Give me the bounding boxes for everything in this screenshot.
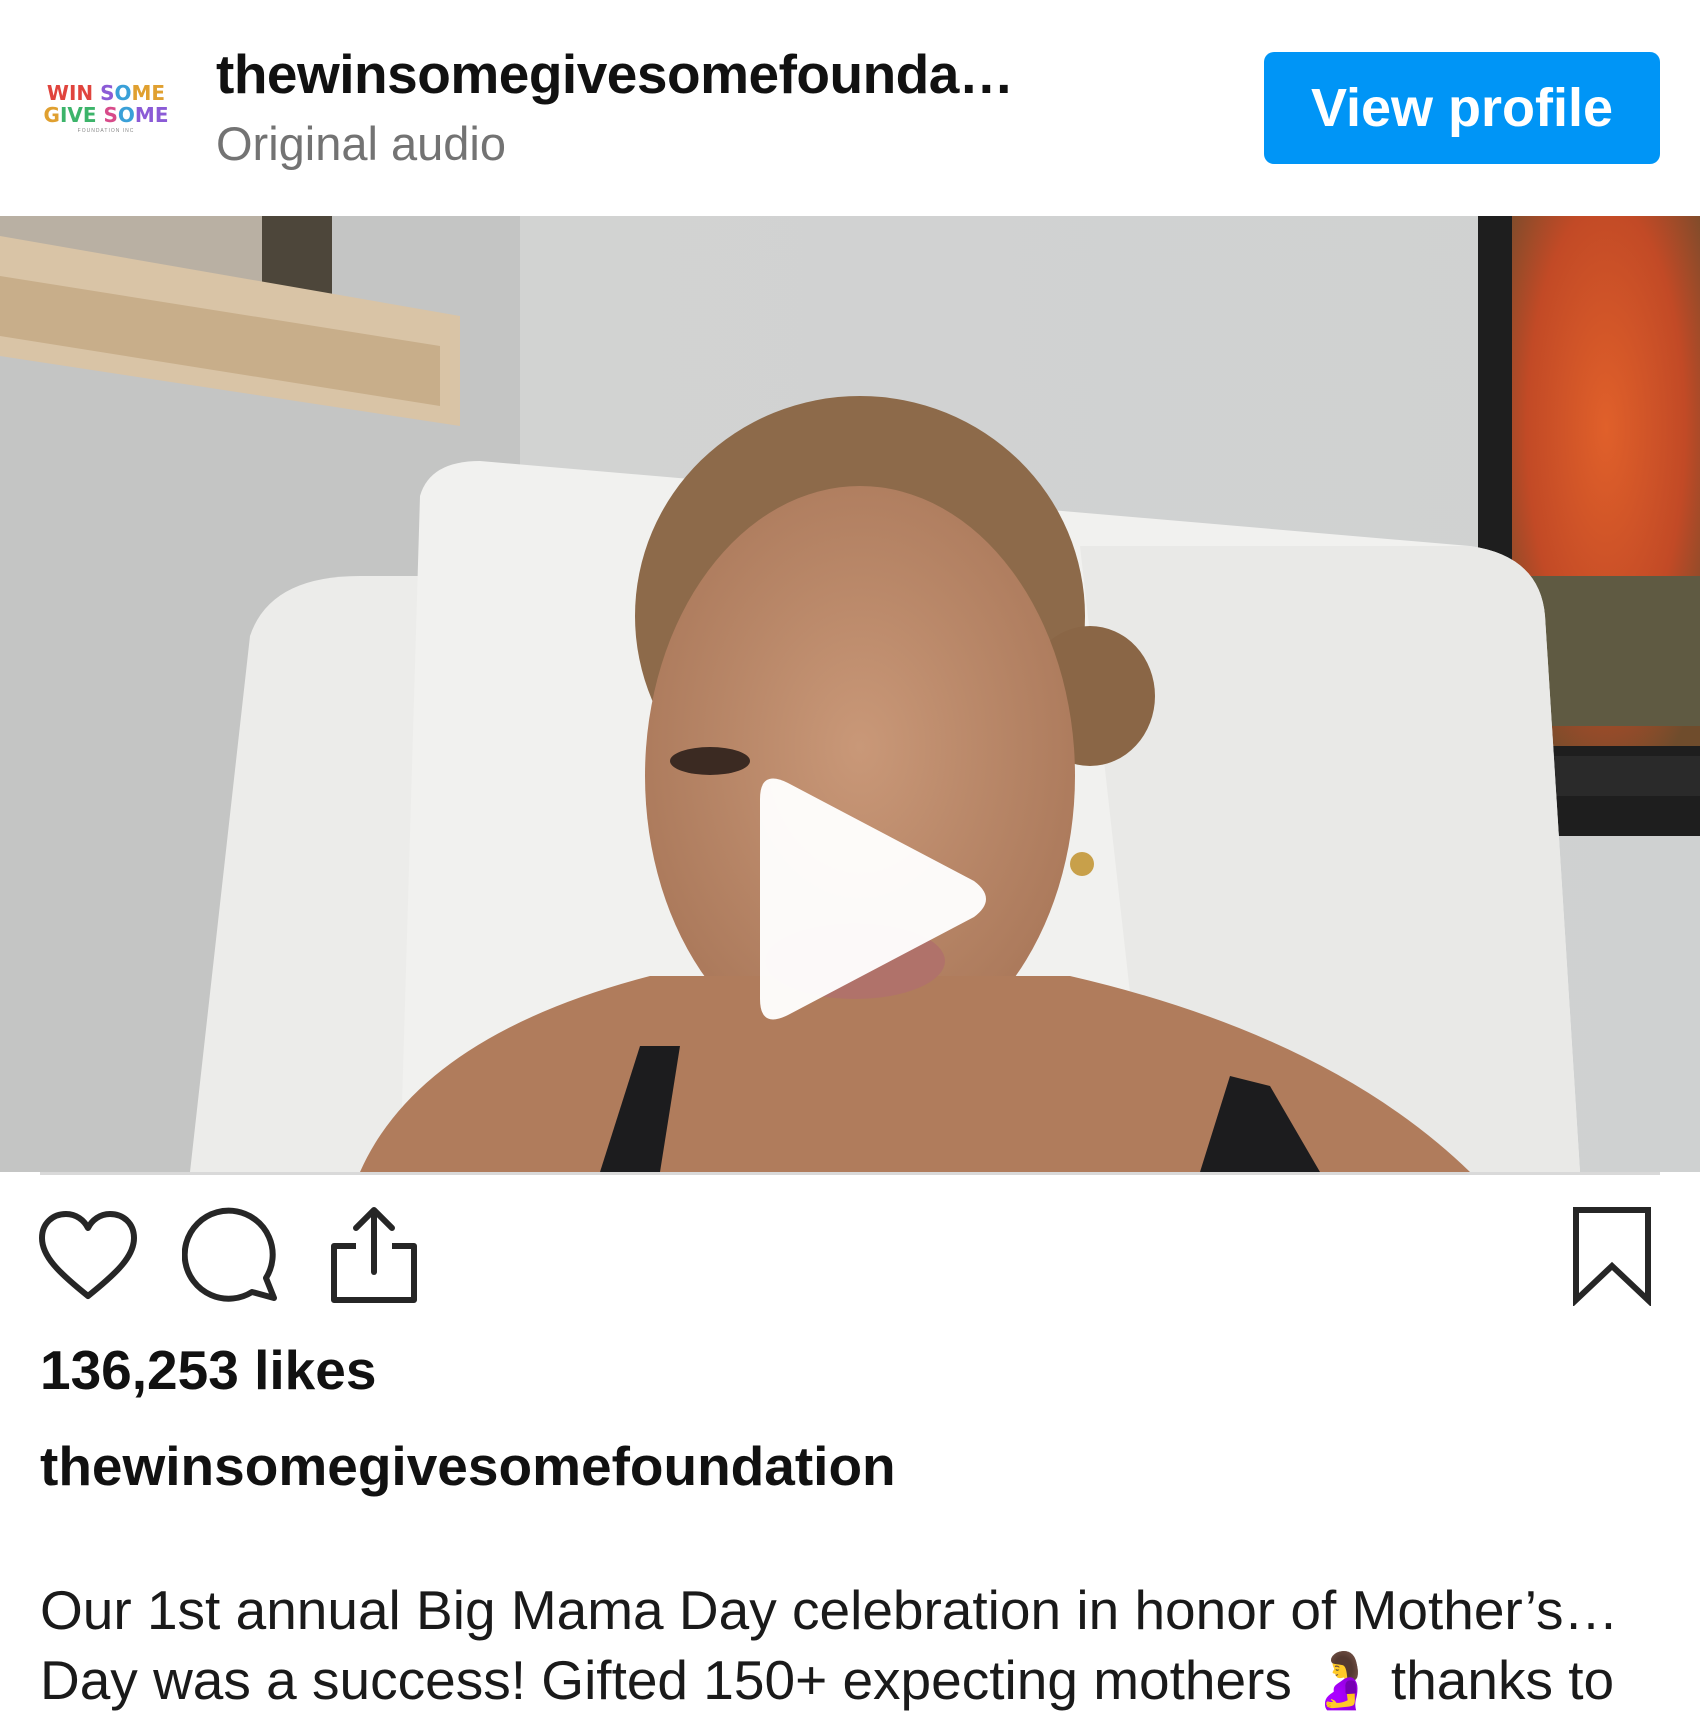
avatar-logo-line2: GIVE SOME <box>43 103 169 127</box>
caption-line-1: Our 1st annual Big Mama Day celebration … <box>40 1579 1619 1641</box>
caption-username[interactable]: thewinsomegivesomefoundation <box>40 1434 896 1498</box>
play-icon[interactable] <box>742 769 992 1029</box>
caption-line-2: Day was a success! Gifted 150+ expecting… <box>40 1649 1615 1711</box>
share-icon[interactable] <box>324 1206 424 1306</box>
heart-icon[interactable] <box>38 1206 138 1306</box>
avatar-logo-sub: FOUNDATION INC <box>77 128 135 134</box>
bookmark-icon[interactable] <box>1562 1206 1662 1306</box>
profile-avatar[interactable]: WIN SOME GIVE SOME FOUNDATION INC <box>43 58 169 158</box>
likes-count[interactable]: 136,253 likes <box>40 1338 376 1402</box>
caption-text: Our 1st annual Big Mama Day celebration … <box>40 1575 1670 1715</box>
view-profile-button[interactable]: View profile <box>1264 52 1660 164</box>
header-username[interactable]: thewinsomegivesomefounda… <box>216 42 1014 106</box>
audio-label[interactable]: Original audio <box>216 116 506 171</box>
post-header: WIN SOME GIVE SOME FOUNDATION INC thewin… <box>0 0 1700 216</box>
video-progress-track[interactable] <box>40 1172 1660 1175</box>
comment-icon[interactable] <box>182 1206 282 1306</box>
video-player[interactable] <box>0 216 1700 1172</box>
avatar-logo-line1: WIN SOME <box>46 81 166 105</box>
